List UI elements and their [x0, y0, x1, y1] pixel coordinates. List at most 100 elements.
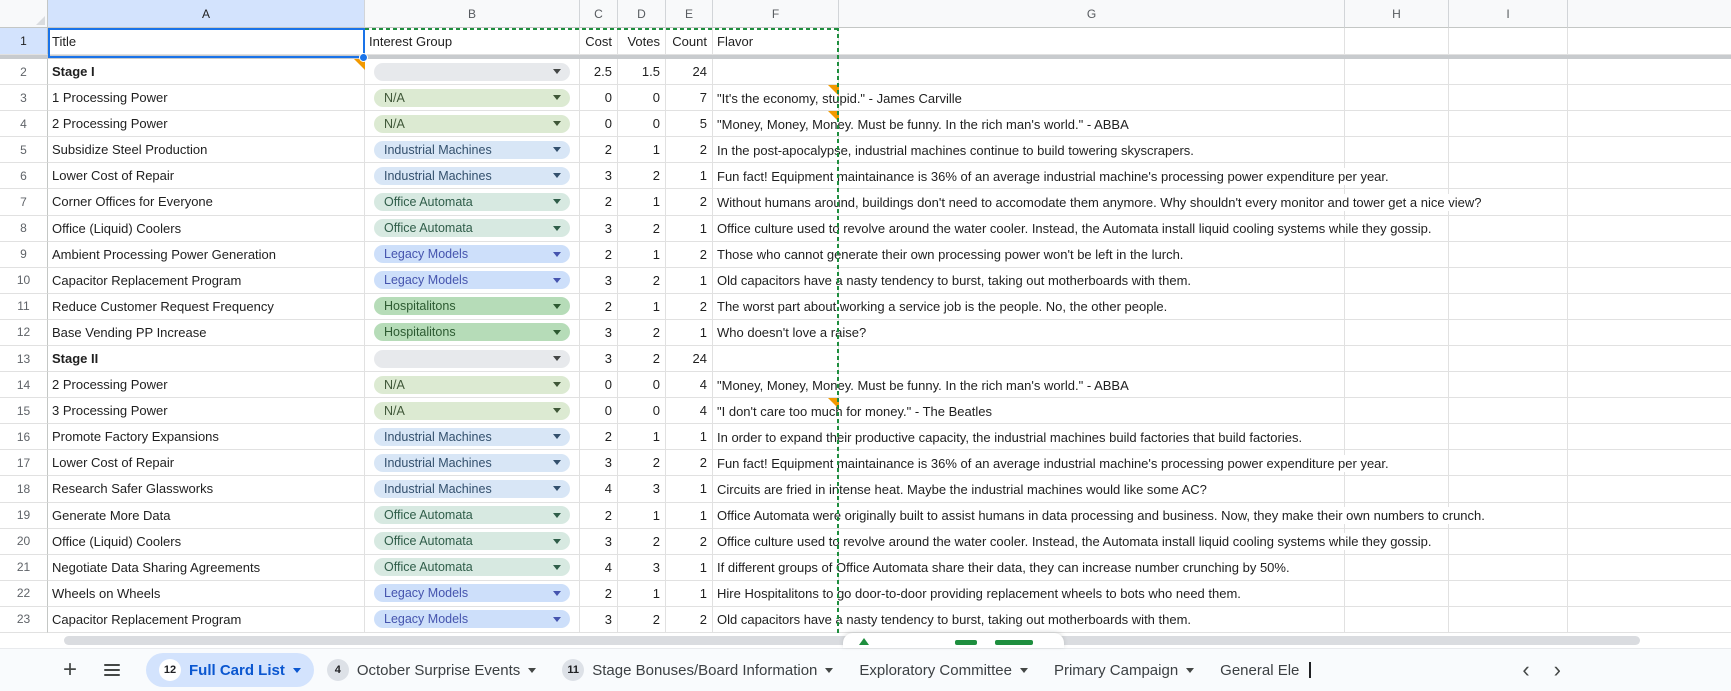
cell-votes[interactable]: 1	[618, 580, 666, 607]
add-sheet-button[interactable]: +	[56, 656, 84, 684]
cell-flavor[interactable]	[713, 398, 839, 425]
cell-count[interactable]: 1	[666, 163, 713, 190]
cell-title[interactable]: Wheels on Wheels	[48, 580, 365, 607]
cell-title[interactable]: Capacitor Replacement Program	[48, 606, 365, 633]
tab-primary-campaign[interactable]: Primary Campaign	[1041, 653, 1207, 687]
cell-i[interactable]	[1449, 528, 1568, 555]
row-header-18[interactable]: 18	[0, 476, 48, 503]
cell-h[interactable]	[1345, 293, 1449, 320]
cell-i[interactable]	[1449, 554, 1568, 581]
column-header-C[interactable]: C	[580, 0, 618, 28]
cell-cost[interactable]: 0	[580, 85, 618, 112]
cell-interest-group[interactable]: Legacy Models	[365, 606, 580, 633]
cell-interest-group[interactable]: Office Automata	[365, 554, 580, 581]
cell-g[interactable]	[839, 189, 1345, 216]
cell-title[interactable]: Ambient Processing Power Generation	[48, 241, 365, 268]
row-header-7[interactable]: 7	[0, 189, 48, 216]
cell-header-flavor[interactable]: Flavor	[713, 28, 839, 55]
cell-g[interactable]	[839, 398, 1345, 425]
cell-h[interactable]	[1345, 163, 1449, 190]
row-header-1[interactable]: 1	[0, 28, 48, 55]
cell-votes[interactable]: 2	[618, 450, 666, 477]
cell-h[interactable]	[1345, 424, 1449, 451]
frozen-row-divider[interactable]	[0, 55, 1731, 59]
row-header-4[interactable]: 4	[0, 111, 48, 138]
cell-h[interactable]	[1345, 267, 1449, 294]
cell-title[interactable]: Promote Factory Expansions	[48, 424, 365, 451]
interest-group-chip[interactable]: Office Automata	[374, 219, 570, 238]
fill-handle[interactable]	[359, 53, 368, 62]
cell-title[interactable]: Subsidize Steel Production	[48, 137, 365, 164]
cell-title[interactable]: Lower Cost of Repair	[48, 163, 365, 190]
row-header-16[interactable]: 16	[0, 424, 48, 451]
row-header-11[interactable]: 11	[0, 293, 48, 320]
cell-h[interactable]	[1345, 345, 1449, 373]
cell-title[interactable]: Office (Liquid) Coolers	[48, 215, 365, 242]
select-all-corner[interactable]	[0, 0, 48, 28]
row-header-23[interactable]: 23	[0, 606, 48, 633]
cell-count[interactable]: 5	[666, 111, 713, 138]
cell-title[interactable]: 3 Processing Power	[48, 398, 365, 425]
cell-flavor[interactable]	[713, 85, 839, 112]
cell-count[interactable]: 24	[666, 345, 713, 373]
cell-votes[interactable]: 0	[618, 85, 666, 112]
cell-overflow[interactable]	[1568, 554, 1731, 581]
cell-h[interactable]	[1345, 111, 1449, 138]
cell-cost[interactable]: 2	[580, 424, 618, 451]
cell-title[interactable]: Stage I	[48, 59, 365, 86]
cell-count[interactable]: 4	[666, 398, 713, 425]
cell-h[interactable]	[1345, 137, 1449, 164]
cell-interest-group[interactable]: N/A	[365, 398, 580, 425]
row-header-8[interactable]: 8	[0, 215, 48, 242]
cell-count[interactable]: 1	[666, 476, 713, 503]
cell-overflow[interactable]	[1568, 476, 1731, 503]
row-header-12[interactable]: 12	[0, 319, 48, 346]
cell-count[interactable]: 2	[666, 293, 713, 320]
row-header-13[interactable]: 13	[0, 345, 48, 373]
cell-interest-group[interactable]: Hospitalitons	[365, 293, 580, 320]
cell-count[interactable]: 1	[666, 580, 713, 607]
cell-g[interactable]	[839, 293, 1345, 320]
cell-overflow[interactable]	[1568, 111, 1731, 138]
cell-votes[interactable]: 0	[618, 111, 666, 138]
cell-h[interactable]	[1345, 85, 1449, 112]
cell-cost[interactable]: 3	[580, 450, 618, 477]
interest-group-chip[interactable]: Hospitalitons	[374, 297, 570, 316]
cell-i[interactable]	[1449, 398, 1568, 425]
cell-cost[interactable]: 0	[580, 398, 618, 425]
row-header-3[interactable]: 3	[0, 85, 48, 112]
cell-g[interactable]	[839, 163, 1345, 190]
cell-g[interactable]	[839, 319, 1345, 346]
cell-flavor[interactable]	[713, 111, 839, 138]
cell-flavor[interactable]	[713, 580, 839, 607]
cell-g[interactable]	[839, 345, 1345, 373]
cell-h[interactable]	[1345, 502, 1449, 529]
cell-cost[interactable]: 2	[580, 580, 618, 607]
cell-i[interactable]	[1449, 476, 1568, 503]
cell-overflow[interactable]	[1568, 163, 1731, 190]
cell-flavor[interactable]	[713, 424, 839, 451]
cell-overflow[interactable]	[1568, 398, 1731, 425]
cell-interest-group[interactable]: Office Automata	[365, 502, 580, 529]
cell-votes[interactable]: 2	[618, 345, 666, 373]
column-header-F[interactable]: F	[713, 0, 839, 28]
cell-g[interactable]	[839, 137, 1345, 164]
cell-header-count[interactable]: Count	[666, 28, 713, 55]
cell-interest-group[interactable]: Office Automata	[365, 215, 580, 242]
cell-title[interactable]: Generate More Data	[48, 502, 365, 529]
cell-title[interactable]: Office (Liquid) Coolers	[48, 528, 365, 555]
cell-interest-group[interactable]: Industrial Machines	[365, 137, 580, 164]
row-header-2[interactable]: 2	[0, 59, 48, 86]
cell-count[interactable]: 1	[666, 319, 713, 346]
cell-cost[interactable]: 3	[580, 528, 618, 555]
cell-count[interactable]: 1	[666, 502, 713, 529]
cell-i[interactable]	[1449, 85, 1568, 112]
cell-votes[interactable]: 1	[618, 293, 666, 320]
cell-title[interactable]: Corner Offices for Everyone	[48, 189, 365, 216]
cell-votes[interactable]: 1	[618, 241, 666, 268]
tab-general-ele[interactable]: General Ele	[1207, 653, 1324, 687]
cell-cost[interactable]: 3	[580, 163, 618, 190]
cell-votes[interactable]: 3	[618, 554, 666, 581]
cell-g[interactable]	[839, 372, 1345, 399]
cell-cost[interactable]: 2	[580, 189, 618, 216]
